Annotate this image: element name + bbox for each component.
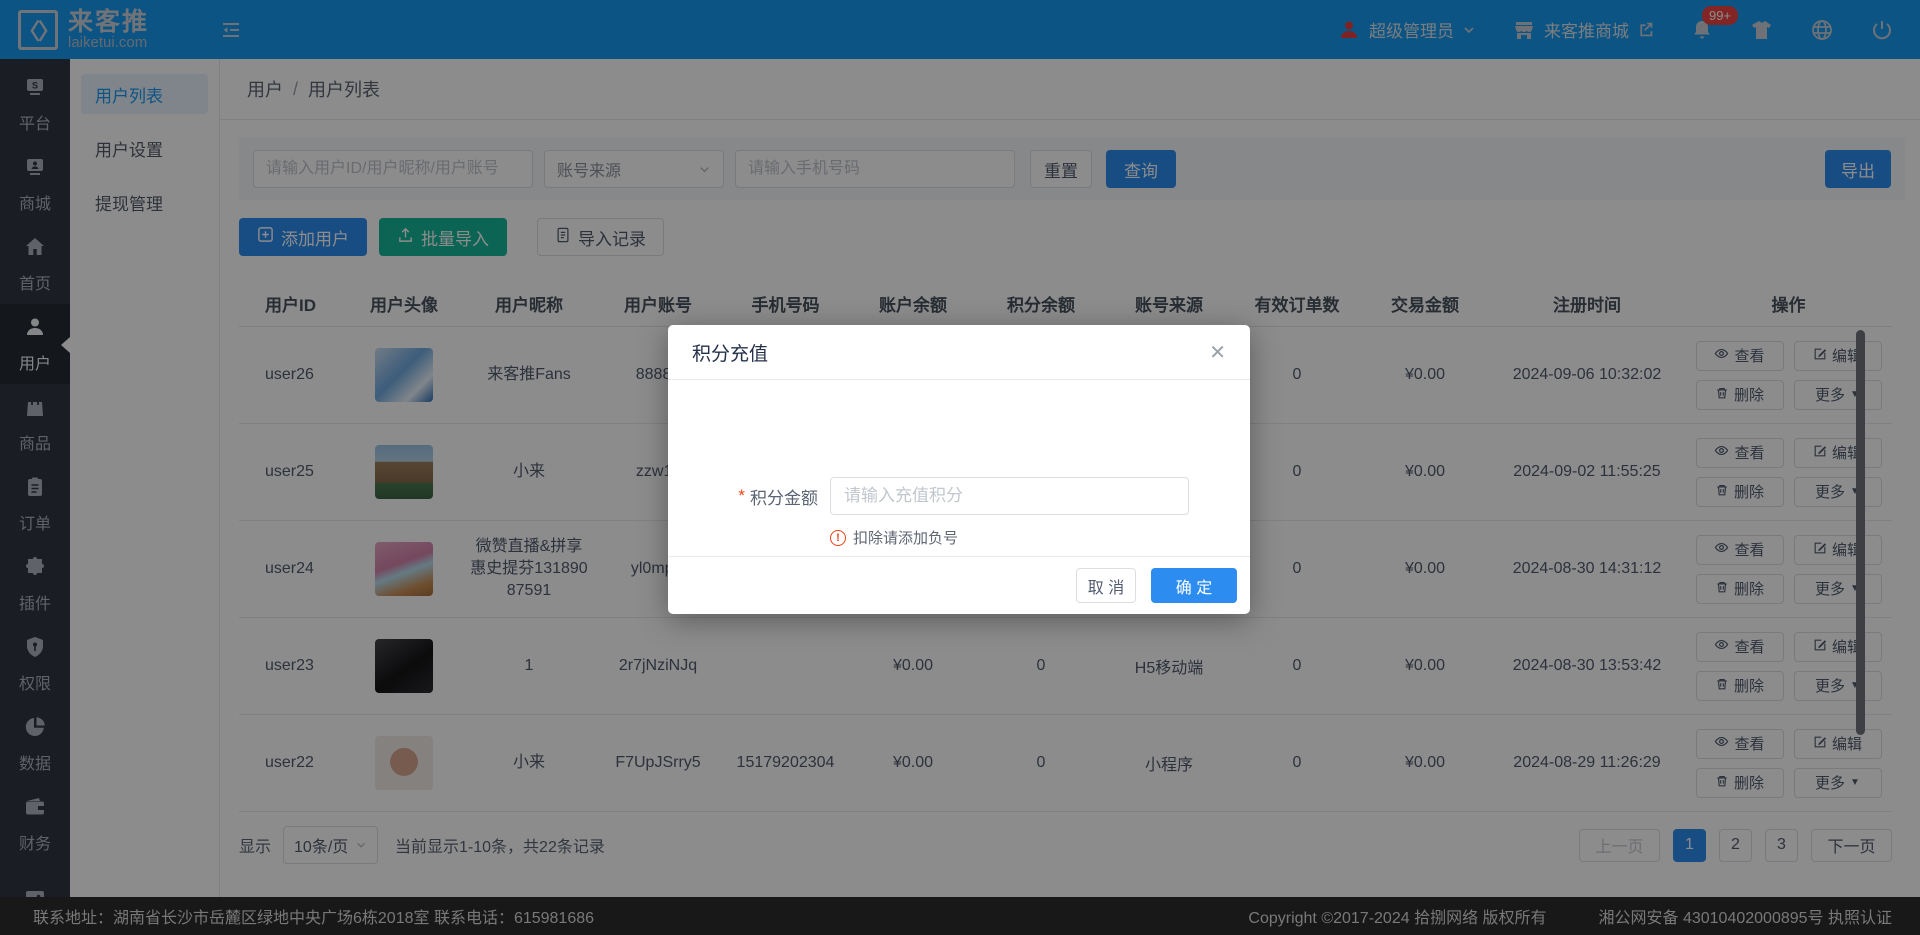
required-asterisk: *: [738, 486, 745, 506]
confirm-button[interactable]: 确 定: [1151, 568, 1237, 603]
modal-title: 积分充值: [692, 339, 768, 366]
modal-header: 积分充值 ✕: [668, 325, 1250, 380]
points-recharge-modal: 积分充值 ✕ * 积分金额 ! 扣除请添加负号 取 消 确 定: [668, 325, 1250, 614]
warning-circle-icon: !: [830, 530, 846, 546]
modal-footer: 取 消 确 定: [668, 556, 1250, 614]
cancel-button[interactable]: 取 消: [1076, 568, 1136, 603]
points-amount-label: * 积分金额: [668, 477, 818, 515]
form-hint: ! 扣除请添加负号: [830, 527, 958, 548]
page: 〈〉 来客推 laiketui.com 超级管理员: [0, 0, 1920, 935]
modal-body: * 积分金额 ! 扣除请添加负号: [668, 380, 1250, 556]
points-amount-input[interactable]: [830, 477, 1189, 515]
close-icon[interactable]: ✕: [1209, 340, 1226, 365]
